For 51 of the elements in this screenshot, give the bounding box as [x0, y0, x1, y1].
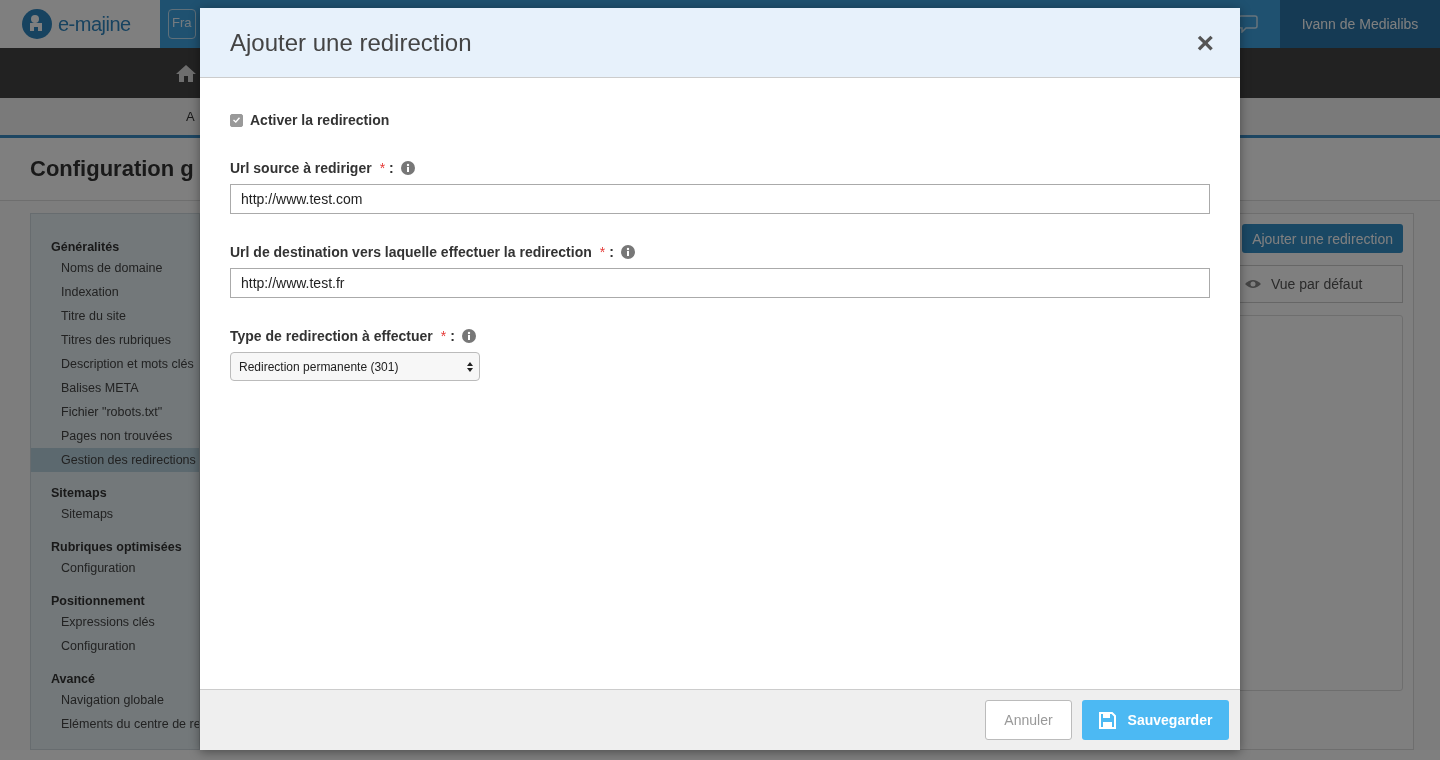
url-input-field[interactable]: http://www.test.fr — [230, 268, 1210, 298]
field-label: Type de redirection à effectuer — [230, 328, 433, 344]
sidebar-heading: Positionnement — [50, 593, 146, 610]
info-icon[interactable] — [400, 161, 415, 175]
sidebar-item[interactable]: Pages non trouvées — [31, 424, 199, 448]
sidebar-item[interactable]: Fichier "robots.txt" — [31, 400, 199, 424]
redirect-type-select[interactable]: Redirection permanente (301) — [230, 352, 480, 381]
home-icon[interactable] — [176, 64, 196, 82]
eye-icon — [1245, 279, 1261, 289]
sidebar-item[interactable]: Configuration — [31, 634, 199, 658]
dialog-title: Ajouter une redirection — [230, 28, 472, 57]
sidebar-item[interactable]: Noms de domaine — [31, 256, 199, 280]
label-colon: : — [450, 328, 455, 344]
field-label: Url de destination vers laquelle effectuer la redirection — [230, 244, 592, 260]
page-title: Configuration g — [30, 156, 194, 182]
sidebar-heading: Généralités — [50, 239, 121, 256]
checkbox-label: Activer la redirection — [250, 112, 390, 128]
logo-text: e-majine — [58, 12, 131, 36]
sidebar-item[interactable]: Balises META — [31, 376, 199, 400]
label-colon: : — [609, 244, 614, 260]
sidebar-heading: Avancé — [50, 671, 96, 688]
field-label: Url source à rediriger — [230, 160, 372, 176]
sidebar-item[interactable]: Sitemaps — [31, 502, 199, 526]
logo-icon — [22, 9, 52, 39]
add-redirect-button[interactable]: Ajouter une redirection — [1242, 224, 1403, 253]
sidebar-item[interactable]: Gestion des redirections — [31, 448, 199, 472]
sidebar-heading: Rubriques optimisées — [50, 539, 183, 556]
language-select[interactable]: Fra — [168, 9, 196, 39]
sidebar-item[interactable]: Expressions clés — [31, 610, 199, 634]
select-arrows-icon — [467, 361, 473, 372]
sidebar-item[interactable]: Titres des rubriques — [31, 328, 199, 352]
info-icon[interactable] — [620, 245, 635, 259]
sidebar-item[interactable]: Titre du site — [31, 304, 199, 328]
required-mark: * — [440, 328, 447, 344]
sidebar-item[interactable]: Description et mots clés — [31, 352, 199, 376]
enable-checkbox[interactable] — [230, 113, 243, 127]
info-icon[interactable] — [461, 329, 476, 343]
sidebar-item[interactable]: Navigation globale — [31, 688, 199, 712]
chat-icon[interactable] — [1238, 15, 1258, 33]
nav-tab[interactable]: A — [186, 109, 195, 124]
url-input-field[interactable]: http://www.test.com — [230, 184, 1210, 214]
sidebar-item[interactable]: Indexation — [31, 280, 199, 304]
cancel-button[interactable]: Annuler — [985, 700, 1072, 740]
save-button[interactable]: Sauvegarder — [1082, 700, 1229, 740]
checkmark-icon — [233, 117, 240, 123]
label-colon: : — [389, 160, 394, 176]
close-button[interactable]: × — [1196, 27, 1214, 58]
sidebar-item[interactable]: Configuration — [31, 556, 199, 580]
sidebar-heading: Sitemaps — [50, 485, 108, 502]
required-mark: * — [599, 244, 606, 260]
required-mark: * — [379, 160, 386, 176]
